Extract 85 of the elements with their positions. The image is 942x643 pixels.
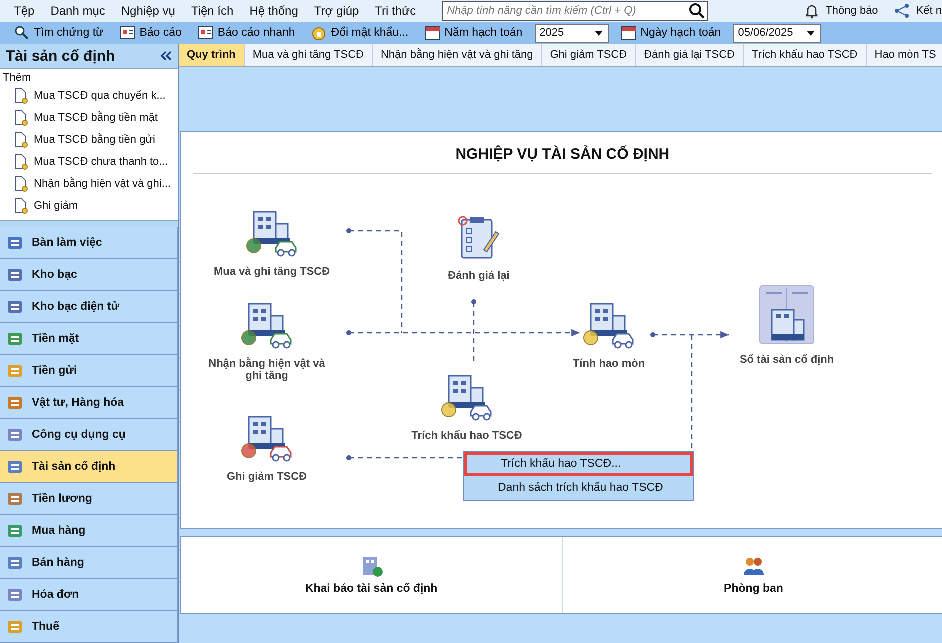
module-nav-item[interactable]: Tài sản cố định [0, 451, 178, 483]
caret-icon [806, 29, 816, 37]
shortcut-item[interactable]: Mua TSCĐ bằng tiền gửi [0, 129, 178, 151]
tab[interactable]: Nhận bằng hiện vật và ghi tăng [372, 44, 542, 66]
toolbar-button[interactable]: Tìm chứng từ [10, 25, 108, 41]
shortcut-label[interactable]: Phòng ban [724, 583, 784, 595]
module-nav-item[interactable]: Công cụ dụng cụ [0, 419, 178, 451]
process-step-label[interactable]: Nhận bằng hiện vật và ghi tăng [208, 358, 326, 382]
shortcut-item[interactable]: Ghi giảm [0, 195, 178, 217]
tab[interactable]: Ghi giảm TSCĐ [542, 44, 636, 66]
process-step-label[interactable]: Trích khấu hao TSCĐ [408, 430, 526, 442]
shortcut-item[interactable]: Mua TSCĐ qua chuyển k... [0, 85, 178, 107]
context-menu-item[interactable]: Danh sách trích khấu hao TSCĐ [464, 476, 693, 500]
calendar-icon [620, 25, 637, 41]
context-menu-item[interactable]: Trích khấu hao TSCĐ... [464, 452, 693, 476]
building-car-icon [246, 210, 298, 258]
menu-item[interactable]: Tệp [6, 4, 43, 18]
document-icon [14, 176, 28, 192]
people-icon [742, 555, 765, 577]
building-edit-icon [360, 555, 383, 577]
tab[interactable]: Quy trình [179, 44, 245, 66]
shortcut-label[interactable]: Khai báo tài sản cố định [305, 583, 438, 595]
lock-icon [311, 25, 328, 41]
caret-icon [594, 29, 604, 37]
document-icon [14, 88, 28, 104]
process-step-label[interactable]: Đánh giá lại [420, 270, 538, 282]
toolbar-button[interactable]: Báo cáo [116, 25, 186, 41]
menu-item[interactable]: Danh mục [42, 4, 114, 18]
module-nav-item[interactable]: Tiền mặt [0, 323, 178, 355]
building-car-icon [583, 302, 635, 350]
bell-icon [804, 3, 820, 19]
date-dropdown[interactable]: 05/06/2025 [733, 24, 822, 42]
module-nav-item[interactable]: Bán hàng [0, 547, 178, 579]
process-step-label[interactable]: Tính hao mòn [550, 358, 668, 370]
checklist-icon [456, 216, 502, 262]
year-dropdown[interactable]: 2025 [534, 24, 609, 42]
document-icon [14, 198, 28, 214]
process-step-label[interactable]: Mua và ghi tăng TSCĐ [213, 266, 331, 278]
toolbar-button[interactable]: Năm hạch toán [420, 25, 527, 41]
menu-item[interactable]: Nghiệp vụ [113, 4, 184, 18]
process-step-label[interactable]: Sổ tài sản cố định [728, 354, 846, 366]
toolbar-button[interactable]: Ngày hạch toán [616, 25, 726, 41]
document-icon [14, 154, 28, 170]
shortcut-item[interactable]: Nhận bằng hiện vật và ghi... [0, 173, 178, 195]
module-nav-item[interactable]: Kho bạc [0, 259, 178, 291]
building-car-icon [241, 302, 293, 350]
calendar-icon [424, 25, 441, 41]
toolbar-button[interactable]: Đổi mật khẩu... [307, 25, 413, 41]
share-icon [894, 3, 910, 19]
module-nav-item[interactable]: Bàn làm việc [0, 227, 178, 259]
document-icon [14, 110, 28, 126]
notifications-label[interactable]: Thông báo [826, 5, 878, 17]
module-nav-item[interactable]: Kho bạc điện tử [0, 291, 178, 323]
document-icon [14, 132, 28, 148]
module-nav-item[interactable]: Tiền gửi [0, 355, 178, 387]
process-step-label[interactable]: Ghi giảm TSCĐ [208, 471, 326, 483]
menu-item[interactable]: Trợ giúp [306, 4, 368, 18]
tab[interactable]: Mua và ghi tăng TSCĐ [244, 44, 373, 66]
connect-label[interactable]: Kết n [916, 5, 942, 17]
building-car-icon [441, 374, 493, 422]
search-field[interactable]: Nhập tính năng cần tìm kiếm (Ctrl + Q) [442, 1, 708, 21]
shortcut-item[interactable]: Mua TSCĐ chưa thanh to... [0, 151, 178, 173]
search-icon [689, 3, 706, 19]
collapse-icon [160, 50, 172, 62]
report-icon [120, 25, 136, 41]
tab[interactable]: Hao mòn TS [866, 44, 942, 66]
menu-item[interactable]: Tiện ích [183, 4, 242, 18]
splitter-handle[interactable] [0, 220, 178, 227]
report-icon [198, 25, 214, 41]
module-nav-item[interactable]: Tiền lương [0, 483, 178, 515]
tab[interactable]: Trích khấu hao TSCĐ [744, 44, 867, 66]
module-nav-item[interactable]: Hóa đơn [0, 579, 178, 611]
diagram-title: NGHIỆP VỤ TÀI SẢN CỐ ĐỊNH [193, 146, 932, 174]
building-car-icon [241, 415, 293, 463]
menu-item[interactable]: Tri thức [367, 4, 424, 18]
panel-title: Tài sản cố định [6, 48, 116, 64]
tab[interactable]: Đánh giá lại TSCĐ [636, 44, 744, 66]
module-nav-item[interactable]: Vật tư, Hàng hóa [0, 387, 178, 419]
section-label: Thêm [2, 71, 32, 85]
search-icon [14, 25, 30, 41]
shortcut-item[interactable]: Mua TSCĐ bằng tiền mặt [0, 107, 178, 129]
module-nav-item[interactable]: Thuế [0, 611, 178, 643]
module-nav-item[interactable]: Mua hàng [0, 515, 178, 547]
toolbar-button[interactable]: Báo cáo nhanh [194, 25, 300, 41]
menu-item[interactable]: Hệ thống [242, 4, 306, 18]
